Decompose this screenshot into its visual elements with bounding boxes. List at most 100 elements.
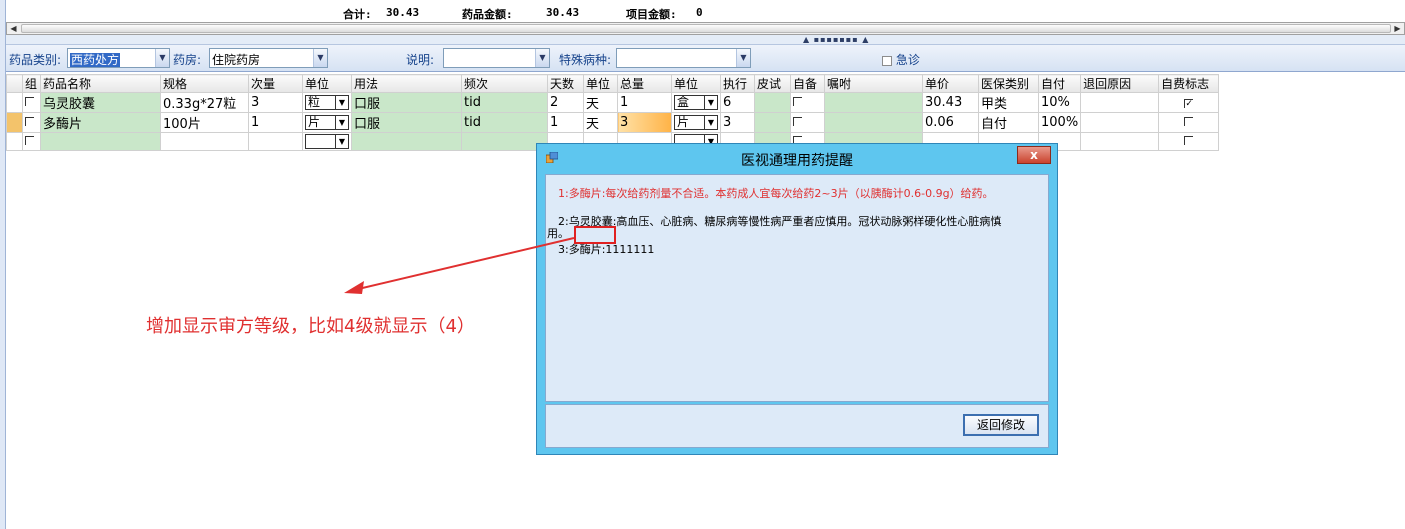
chevron-down-icon[interactable]: ▼	[736, 49, 750, 67]
cell-instructions[interactable]	[824, 112, 923, 133]
row-indicator[interactable]	[6, 112, 23, 133]
horizontal-scrollbar[interactable]: ◀ ▶	[6, 22, 1405, 35]
col-header-dose[interactable]: 次量	[248, 74, 303, 93]
row-indicator[interactable]	[6, 132, 23, 151]
col-header-insurance[interactable]: 医保类别	[978, 74, 1039, 93]
col-header-usage[interactable]: 用法	[351, 74, 462, 93]
cell-dose[interactable]: 3	[248, 92, 303, 113]
note-select[interactable]: ▼	[443, 48, 550, 68]
cell-return-reason[interactable]	[1080, 112, 1160, 133]
col-header-return-reason[interactable]: 退回原因	[1080, 74, 1160, 93]
panel-splitter[interactable]: ▲ ▪▪▪▪▪▪▪ ▲	[6, 35, 1405, 45]
checkbox-icon[interactable]	[1184, 136, 1194, 145]
checkbox-icon[interactable]	[25, 117, 34, 126]
cell-return-reason[interactable]	[1080, 92, 1160, 113]
checkbox-icon[interactable]	[25, 136, 34, 145]
checkbox-checked-icon[interactable]: ✓	[1184, 99, 1194, 109]
group-checkbox[interactable]	[22, 132, 41, 151]
cell-total[interactable]: 1	[617, 92, 672, 113]
scroll-right-icon[interactable]: ▶	[1392, 24, 1403, 34]
total-unit-select[interactable]: 盒 ▼	[674, 95, 718, 110]
cell-drug-name[interactable]	[40, 132, 161, 151]
cell-frequency[interactable]: tid	[461, 112, 548, 133]
total-unit-select[interactable]: 片 ▼	[674, 115, 718, 130]
cell-copay[interactable]: 100%	[1037, 112, 1082, 133]
chevron-down-icon[interactable]: ▼	[335, 96, 348, 109]
cell-total-unit[interactable]: 盒 ▼	[671, 92, 721, 113]
cell-return-reason[interactable]	[1080, 132, 1160, 151]
close-button[interactable]: x	[1017, 146, 1051, 164]
cell-frequency[interactable]: tid	[461, 92, 548, 113]
col-header-instructions[interactable]: 嘱咐	[824, 74, 923, 93]
cell-frequency[interactable]	[461, 132, 548, 151]
checkbox-icon[interactable]	[1184, 117, 1194, 126]
col-header-total-unit[interactable]: 单位	[671, 74, 721, 93]
cell-self-pay-flag[interactable]	[1158, 132, 1220, 151]
cell-dose[interactable]: 1	[248, 112, 303, 133]
cell-total-focused[interactable]: 3	[617, 112, 672, 133]
cell-spec[interactable]: 0.33g*27粒	[160, 92, 249, 113]
drug-category-select[interactable]: 西药处方 ▼	[67, 48, 170, 68]
splitter-grip-icon[interactable]: ▲ ▪▪▪▪▪▪▪ ▲	[803, 35, 869, 45]
col-header-self-pay-flag[interactable]: 自费标志	[1158, 74, 1220, 93]
col-header-skin-test[interactable]: 皮试	[754, 74, 791, 93]
return-modify-button[interactable]: 返回修改	[963, 414, 1039, 436]
dialog-title-bar[interactable]: 医视通理用药提醒 x	[537, 144, 1057, 172]
col-header-copay[interactable]: 自付	[1037, 74, 1082, 93]
close-icon[interactable]: x	[1030, 148, 1038, 162]
cell-self-supplied[interactable]	[790, 92, 825, 113]
cell-dose-unit[interactable]: 粒 ▼	[302, 92, 352, 113]
col-header-group[interactable]: 组	[22, 74, 41, 93]
checkbox-icon[interactable]	[793, 117, 802, 126]
chevron-down-icon[interactable]: ▼	[335, 135, 348, 148]
cell-instructions[interactable]	[824, 92, 923, 113]
cell-dose[interactable]	[248, 132, 303, 151]
checkbox-icon[interactable]	[882, 55, 892, 66]
cell-day-unit[interactable]: 天	[583, 112, 618, 133]
cell-total-unit[interactable]: 片 ▼	[671, 112, 721, 133]
cell-self-supplied[interactable]	[790, 112, 825, 133]
cell-spec[interactable]	[160, 132, 249, 151]
row-indicator[interactable]	[6, 92, 23, 113]
cell-dose-unit[interactable]: ▼	[302, 132, 352, 151]
col-header-frequency[interactable]: 频次	[461, 74, 548, 93]
cell-copay[interactable]: 10%	[1037, 92, 1082, 113]
pharmacy-select[interactable]: 住院药房 ▼	[209, 48, 328, 68]
cell-days[interactable]: 1	[547, 112, 584, 133]
scroll-thumb[interactable]	[21, 24, 1391, 33]
table-row[interactable]: 多酶片 100片 1 片 ▼ 口服 tid 1 天 3 片 ▼ 3 0.06 自付 …	[6, 112, 1220, 133]
cell-insurance[interactable]: 甲类	[978, 92, 1039, 113]
cell-insurance[interactable]: 自付	[978, 112, 1039, 133]
cell-exec[interactable]: 6	[720, 92, 755, 113]
special-disease-select[interactable]: ▼	[616, 48, 751, 68]
chevron-down-icon[interactable]: ▼	[704, 116, 717, 129]
cell-usage[interactable]: 口服	[351, 112, 462, 133]
dose-unit-select[interactable]: ▼	[305, 134, 349, 149]
checkbox-icon[interactable]	[25, 97, 34, 106]
cell-self-pay-flag[interactable]	[1158, 112, 1220, 133]
col-header-dose-unit[interactable]: 单位	[302, 74, 352, 93]
scroll-left-icon[interactable]: ◀	[8, 24, 19, 34]
chevron-down-icon[interactable]: ▼	[313, 49, 327, 67]
table-row[interactable]: 乌灵胶囊 0.33g*27粒 3 粒 ▼ 口服 tid 2 天 1 盒 ▼ 6 30…	[6, 92, 1220, 113]
cell-usage[interactable]	[351, 132, 462, 151]
cell-dose-unit[interactable]: 片 ▼	[302, 112, 352, 133]
group-checkbox[interactable]	[22, 92, 41, 113]
cell-drug-name[interactable]: 多酶片	[40, 112, 161, 133]
chevron-down-icon[interactable]: ▼	[704, 96, 717, 109]
cell-unit-price[interactable]: 30.43	[922, 92, 979, 113]
cell-day-unit[interactable]: 天	[583, 92, 618, 113]
col-header-spec[interactable]: 规格	[160, 74, 249, 93]
cell-days[interactable]: 2	[547, 92, 584, 113]
chevron-down-icon[interactable]: ▼	[335, 116, 348, 129]
cell-unit-price[interactable]: 0.06	[922, 112, 979, 133]
cell-spec[interactable]: 100片	[160, 112, 249, 133]
col-header-drug-name[interactable]: 药品名称	[40, 74, 161, 93]
cell-self-pay-flag[interactable]: ✓	[1158, 92, 1220, 113]
group-checkbox[interactable]	[22, 112, 41, 133]
cell-drug-name[interactable]: 乌灵胶囊	[40, 92, 161, 113]
dose-unit-select[interactable]: 粒 ▼	[305, 95, 349, 110]
cell-exec[interactable]: 3	[720, 112, 755, 133]
chevron-down-icon[interactable]: ▼	[535, 49, 549, 67]
col-header-day-unit[interactable]: 单位	[583, 74, 618, 93]
